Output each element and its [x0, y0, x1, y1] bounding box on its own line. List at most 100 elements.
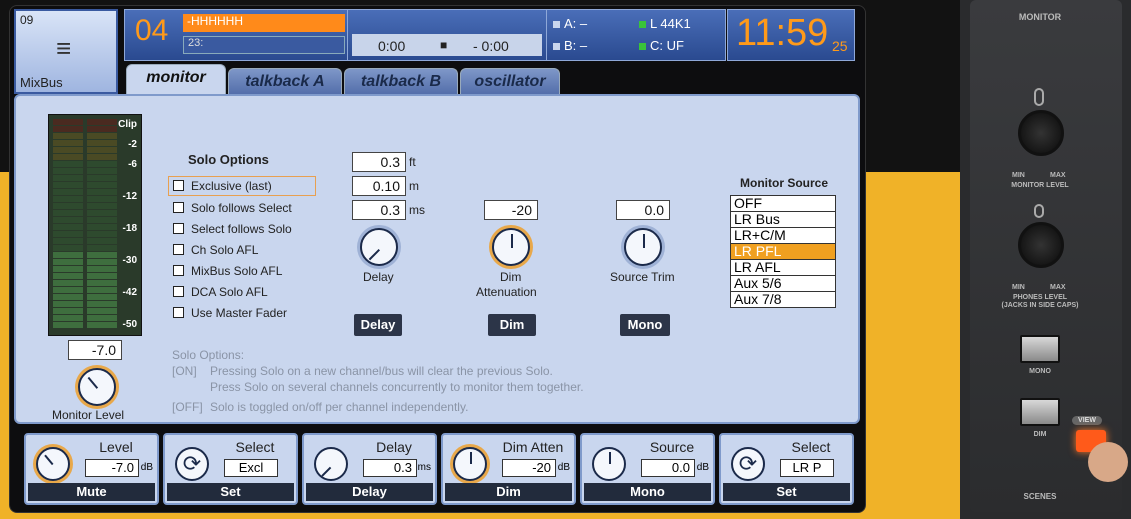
softkey-level[interactable]: Level -7.0 dB Mute: [24, 433, 159, 505]
source-softkey-knob[interactable]: [592, 447, 626, 481]
hw-mono-button[interactable]: [1020, 335, 1060, 363]
status-c: C: UF: [639, 38, 684, 53]
meter-segment: [87, 126, 117, 132]
mute-button[interactable]: Mute: [28, 483, 155, 501]
meter-segment: [53, 154, 83, 160]
checkbox-mixbus-solo-afl[interactable]: MixBus Solo AFL: [173, 264, 282, 278]
delay-knob[interactable]: [360, 228, 398, 266]
channel-selector[interactable]: 09 ≡ MixBus: [14, 9, 118, 94]
dim-value[interactable]: -20: [484, 200, 538, 220]
monitor-source-item-lr-afl[interactable]: LR AFL: [730, 259, 836, 276]
delay-ms-value[interactable]: 0.3: [352, 200, 406, 220]
softkey-delay[interactable]: Delay 0.3 ms Delay: [302, 433, 437, 505]
checkbox-label: Solo follows Select: [191, 201, 292, 215]
level-softkey-knob[interactable]: [36, 447, 70, 481]
tab-oscillator[interactable]: oscillator: [460, 68, 560, 96]
tab-monitor[interactable]: monitor: [126, 64, 226, 96]
monitor-source-item-lr-bus[interactable]: LR Bus: [730, 211, 836, 228]
delay-button[interactable]: Delay: [354, 314, 402, 336]
tab-talkback-a[interactable]: talkback A: [228, 68, 342, 96]
hw-knob2-sub: (JACKS IN SIDE CAPS): [1001, 302, 1079, 309]
clock-time: 11:59: [736, 12, 829, 54]
mono-button[interactable]: Mono: [620, 314, 670, 336]
delay-softkey-knob[interactable]: [314, 447, 348, 481]
meter-segment: [53, 259, 83, 265]
meter-segment: [53, 245, 83, 251]
dim-button[interactable]: Dim: [488, 314, 536, 336]
status-l: L 44K1: [639, 16, 691, 31]
transport-panel[interactable]: 0:00 ■ - 0:00: [347, 9, 547, 61]
checkbox-box[interactable]: [173, 265, 184, 276]
checkbox-exclusive[interactable]: Exclusive (last): [168, 176, 316, 196]
set-source-button[interactable]: Set: [723, 483, 850, 501]
scene-panel[interactable]: 04 -HHHHHH 23:: [124, 9, 348, 61]
meter-label: -30: [122, 255, 137, 266]
mono-softkey-button[interactable]: Mono: [584, 483, 711, 501]
meter-segment: [53, 182, 83, 188]
meter-segment: [87, 280, 117, 286]
softkey-title: Select: [791, 439, 831, 455]
delay-m-value[interactable]: 0.10: [352, 176, 406, 196]
status-b-label: B:: [564, 38, 577, 53]
softkey-select[interactable]: ⟳ Select Excl Set: [163, 433, 298, 505]
status-l-label: L: [650, 16, 657, 31]
monitor-source-list[interactable]: OFF LR Bus LR+C/M LR PFL LR AFL Aux 5/6 …: [730, 195, 836, 308]
finger: [1088, 442, 1128, 482]
source-trim-value[interactable]: 0.0: [616, 200, 670, 220]
cycle-icon[interactable]: ⟳: [175, 447, 209, 481]
delay-ft-value[interactable]: 0.3: [352, 152, 406, 172]
stop-icon[interactable]: ■: [440, 38, 447, 52]
meter-segment: [53, 133, 83, 139]
softkey-source[interactable]: Source 0.0 dB Mono: [580, 433, 715, 505]
dim-knob[interactable]: [492, 228, 530, 266]
status-a: A: –: [553, 16, 587, 31]
softkey-dim[interactable]: Dim Atten -20 dB Dim: [441, 433, 576, 505]
softkey-value: Excl: [224, 459, 278, 477]
clock-seconds: 25: [832, 38, 848, 54]
checkbox-box[interactable]: [173, 307, 184, 318]
meter-segment: [87, 308, 117, 314]
hw-monitor-level-knob[interactable]: [1018, 110, 1064, 156]
monitor-source-item-off[interactable]: OFF: [730, 195, 836, 212]
checkbox-box[interactable]: [173, 202, 184, 213]
hw-phones-level-knob[interactable]: [1018, 222, 1064, 268]
checkbox-ch-solo-afl[interactable]: Ch Solo AFL: [173, 243, 258, 257]
help-on-tag: [ON]: [172, 364, 197, 378]
meter-segment: [87, 315, 117, 321]
checkbox-select-follows-solo[interactable]: Select follows Solo: [173, 222, 292, 236]
monitor-source-item-aux-5-6[interactable]: Aux 5/6: [730, 275, 836, 292]
monitor-source-item-lr-cm[interactable]: LR+C/M: [730, 227, 836, 244]
delay-softkey-button[interactable]: Delay: [306, 483, 433, 501]
dim-softkey-knob[interactable]: [453, 447, 487, 481]
monitor-level-knob[interactable]: [78, 368, 116, 406]
scene-name: -HHHHHH: [183, 14, 345, 32]
checkbox-box[interactable]: [173, 223, 184, 234]
set-button[interactable]: Set: [167, 483, 294, 501]
meter-label: -12: [122, 191, 137, 202]
checkbox-dca-solo-afl[interactable]: DCA Solo AFL: [173, 285, 268, 299]
dim-softkey-button[interactable]: Dim: [445, 483, 572, 501]
monitor-level-value[interactable]: -7.0: [68, 340, 122, 360]
meter-segment: [87, 196, 117, 202]
meter-segment: [53, 147, 83, 153]
delay-label: Delay: [363, 270, 394, 284]
source-trim-knob[interactable]: [624, 228, 662, 266]
status-b-led: [553, 43, 560, 50]
meter-segment: [53, 126, 83, 132]
softkey-title: Level: [99, 439, 133, 455]
hw-dim-button[interactable]: [1020, 398, 1060, 426]
monitor-source-item-aux-7-8[interactable]: Aux 7/8: [730, 291, 836, 308]
hw-knob1-label: MONITOR LEVEL: [1011, 182, 1069, 189]
checkbox-use-master-fader[interactable]: Use Master Fader: [173, 306, 287, 320]
checkbox-solo-follows-select[interactable]: Solo follows Select: [173, 201, 292, 215]
hw-indicator-icon: [1034, 88, 1044, 106]
checkbox-box[interactable]: [173, 286, 184, 297]
checkbox-box[interactable]: [173, 244, 184, 255]
checkbox-box[interactable]: [173, 180, 184, 191]
tab-talkback-b[interactable]: talkback B: [344, 68, 458, 96]
help-off-tag: [OFF]: [172, 400, 203, 414]
hw-view-label: VIEW: [1072, 416, 1102, 425]
monitor-source-item-lr-pfl[interactable]: LR PFL: [730, 243, 836, 260]
cycle-icon[interactable]: ⟳: [731, 447, 765, 481]
softkey-source-select[interactable]: ⟳ Select LR P Set: [719, 433, 854, 505]
